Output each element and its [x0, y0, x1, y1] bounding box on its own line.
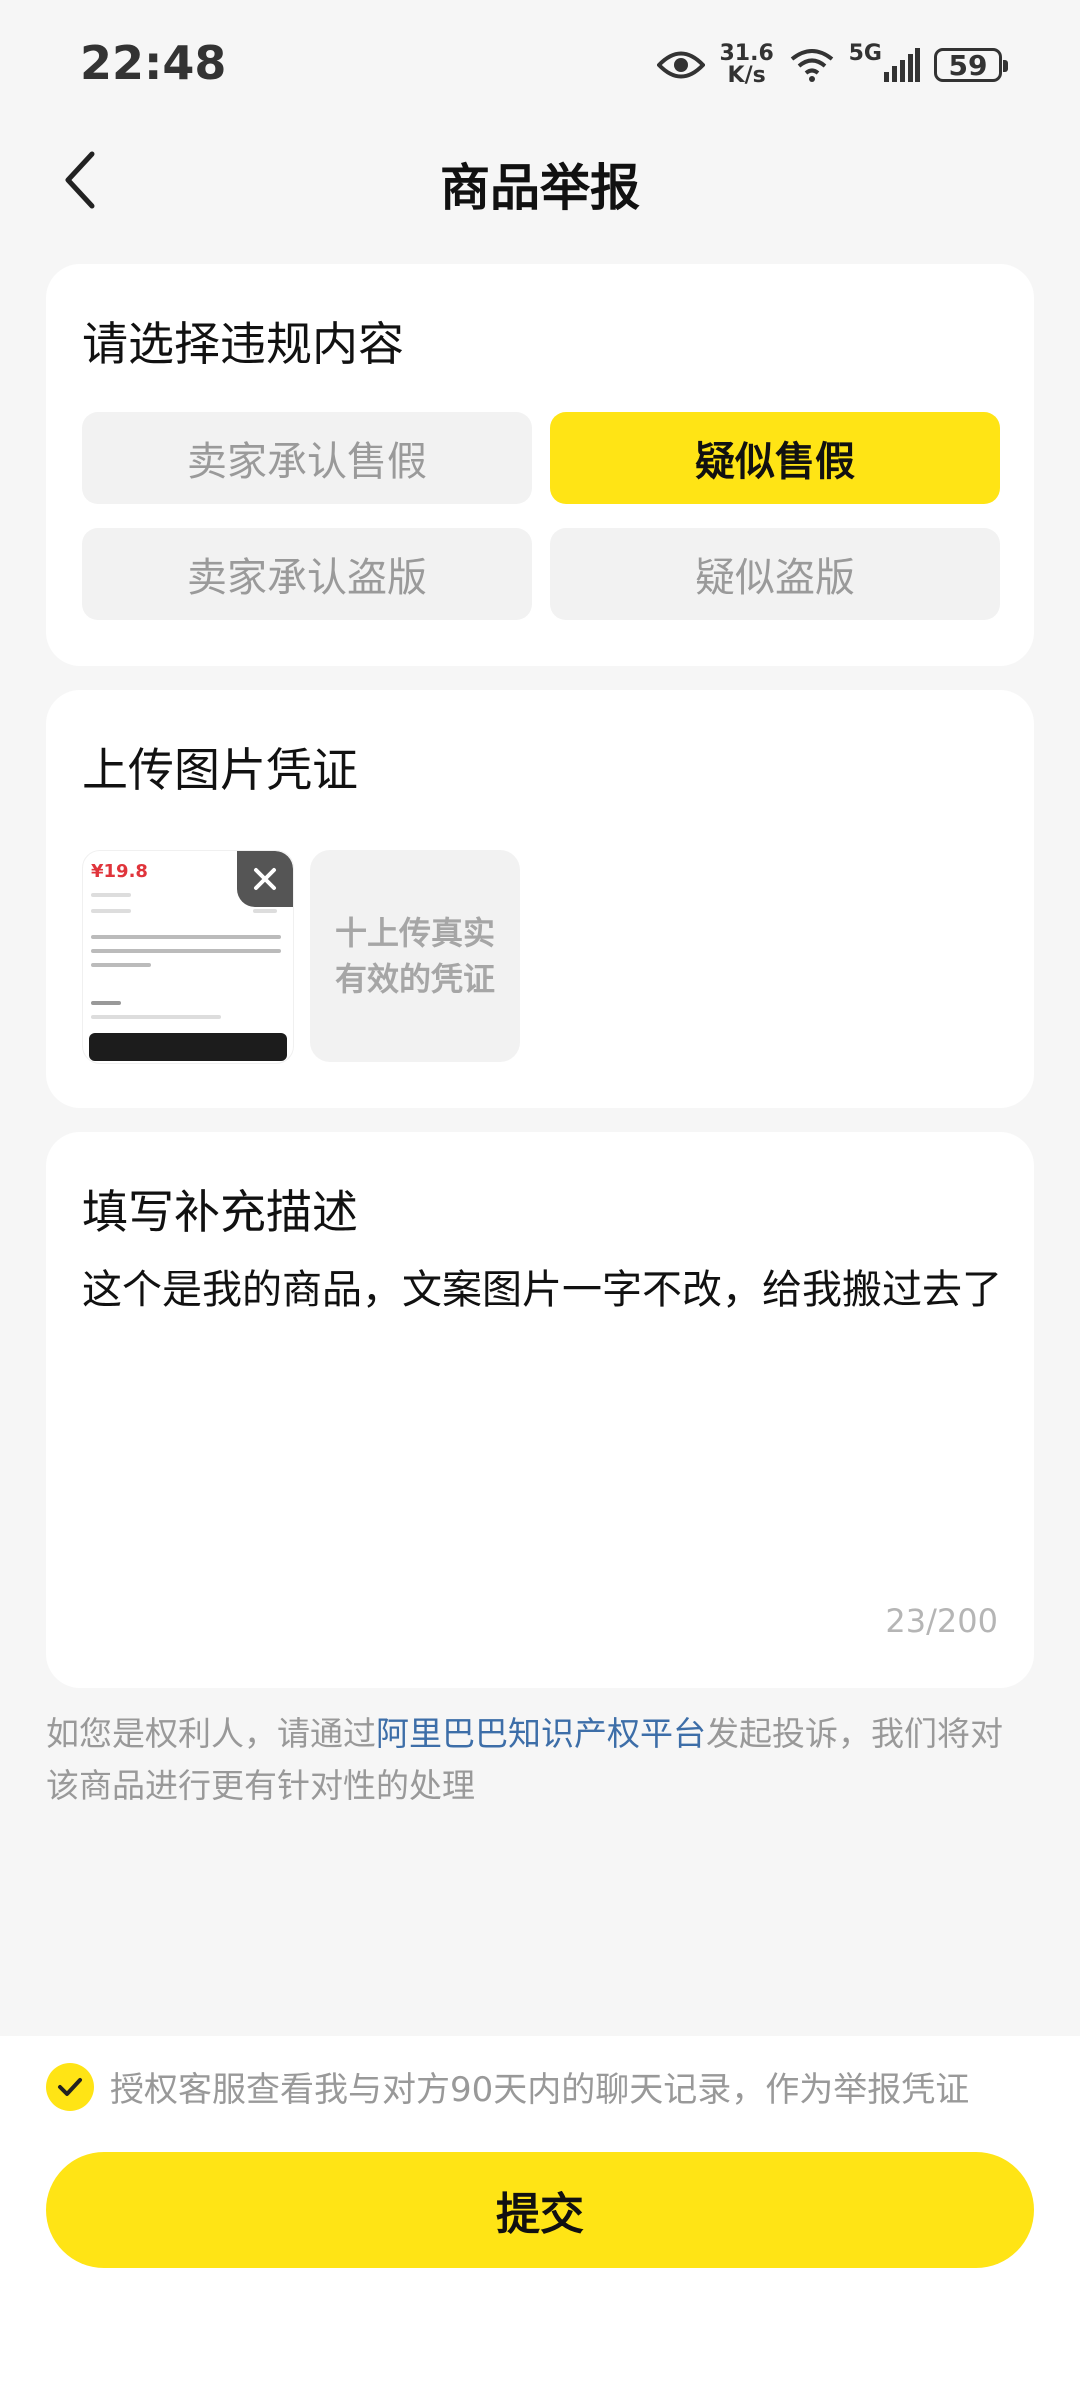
status-time: 22:48	[80, 36, 227, 90]
consent-checkbox[interactable]	[46, 2062, 94, 2111]
submit-label: 提交	[496, 2189, 584, 2240]
option-label: 卖家承认售假	[187, 439, 427, 485]
upload-label-line1: 十上传真实	[334, 914, 495, 952]
option-label: 卖家承认盗版	[187, 555, 427, 601]
thumb-line	[91, 1015, 221, 1019]
battery-icon: 59	[934, 48, 1008, 82]
violation-card: 请选择违规内容 卖家承认售假 疑似售假 卖家承认盗版 疑似盗版	[46, 264, 1034, 666]
network-speed: 31.6 K/s	[719, 43, 775, 87]
thumb-line	[91, 893, 131, 897]
speed-unit: K/s	[727, 63, 766, 88]
thumb-line	[91, 909, 131, 913]
page-title: 商品举报	[440, 159, 640, 217]
wifi-icon	[790, 49, 833, 82]
thumb-line	[91, 1001, 121, 1005]
thumb-line	[91, 935, 281, 939]
bottom-bar: 授权客服查看我与对方90天内的聊天记录，作为举报凭证 提交	[0, 2036, 1080, 2388]
header: 商品举报	[0, 130, 1080, 230]
eye-icon	[656, 51, 705, 79]
speed-value: 31.6	[719, 41, 774, 66]
uploaded-image-thumbnail[interactable]: ¥19.8	[82, 850, 294, 1064]
network-type: 5G	[848, 40, 882, 66]
upload-image-button[interactable]: 十上传真实 有效的凭证	[310, 850, 520, 1062]
option-label: 疑似盗版	[695, 555, 855, 601]
description-card: 填写补充描述 这个是我的商品，文案图片一字不改，给我搬过去了 23/200	[46, 1132, 1034, 1688]
checkmark-icon	[58, 2077, 82, 2096]
close-icon	[254, 868, 276, 890]
option-label: 疑似售假	[695, 439, 855, 485]
option-seller-admits-piracy[interactable]: 卖家承认盗版	[82, 528, 532, 620]
thumb-line	[91, 963, 151, 967]
violation-title: 请选择违规内容	[82, 317, 404, 371]
consent-row[interactable]: 授权客服查看我与对方90天内的聊天记录，作为举报凭证	[46, 2062, 969, 2111]
option-seller-admits-fake[interactable]: 卖家承认售假	[82, 412, 532, 504]
battery-level: 59	[948, 48, 988, 82]
ip-platform-link[interactable]: 阿里巴巴知识产权平台	[376, 1714, 706, 1753]
thumb-bottom-bar	[89, 1033, 287, 1061]
rights-holder-notice: 如您是权利人，请通过阿里巴巴知识产权平台发起投诉，我们将对该商品进行更有针对性的…	[46, 1708, 1034, 1812]
thumb-line	[91, 949, 281, 953]
upload-title: 上传图片凭证	[82, 743, 358, 797]
signal-icon	[884, 48, 920, 82]
thumb-line	[253, 909, 277, 913]
description-textarea[interactable]: 这个是我的商品，文案图片一字不改，给我搬过去了	[82, 1262, 1002, 1318]
character-counter: 23/200	[885, 1602, 998, 1640]
submit-button[interactable]: 提交	[46, 2152, 1034, 2268]
option-suspected-fake[interactable]: 疑似售假	[550, 412, 1000, 504]
consent-text: 授权客服查看我与对方90天内的聊天记录，作为举报凭证	[110, 2070, 970, 2110]
status-icons: 31.6 K/s 5G 59	[656, 38, 1008, 92]
upload-card: 上传图片凭证 ¥19.8 十上传真实 有效的凭证	[46, 690, 1034, 1108]
option-suspected-piracy[interactable]: 疑似盗版	[550, 528, 1000, 620]
status-bar: 22:48 31.6 K/s 5G 59	[0, 0, 1080, 130]
remove-image-button[interactable]	[237, 851, 293, 907]
thumb-price: ¥19.8	[91, 861, 148, 882]
description-title: 填写补充描述	[82, 1185, 358, 1239]
notice-prefix: 如您是权利人，请通过	[46, 1714, 376, 1753]
upload-label-line2: 有效的凭证	[334, 960, 495, 998]
